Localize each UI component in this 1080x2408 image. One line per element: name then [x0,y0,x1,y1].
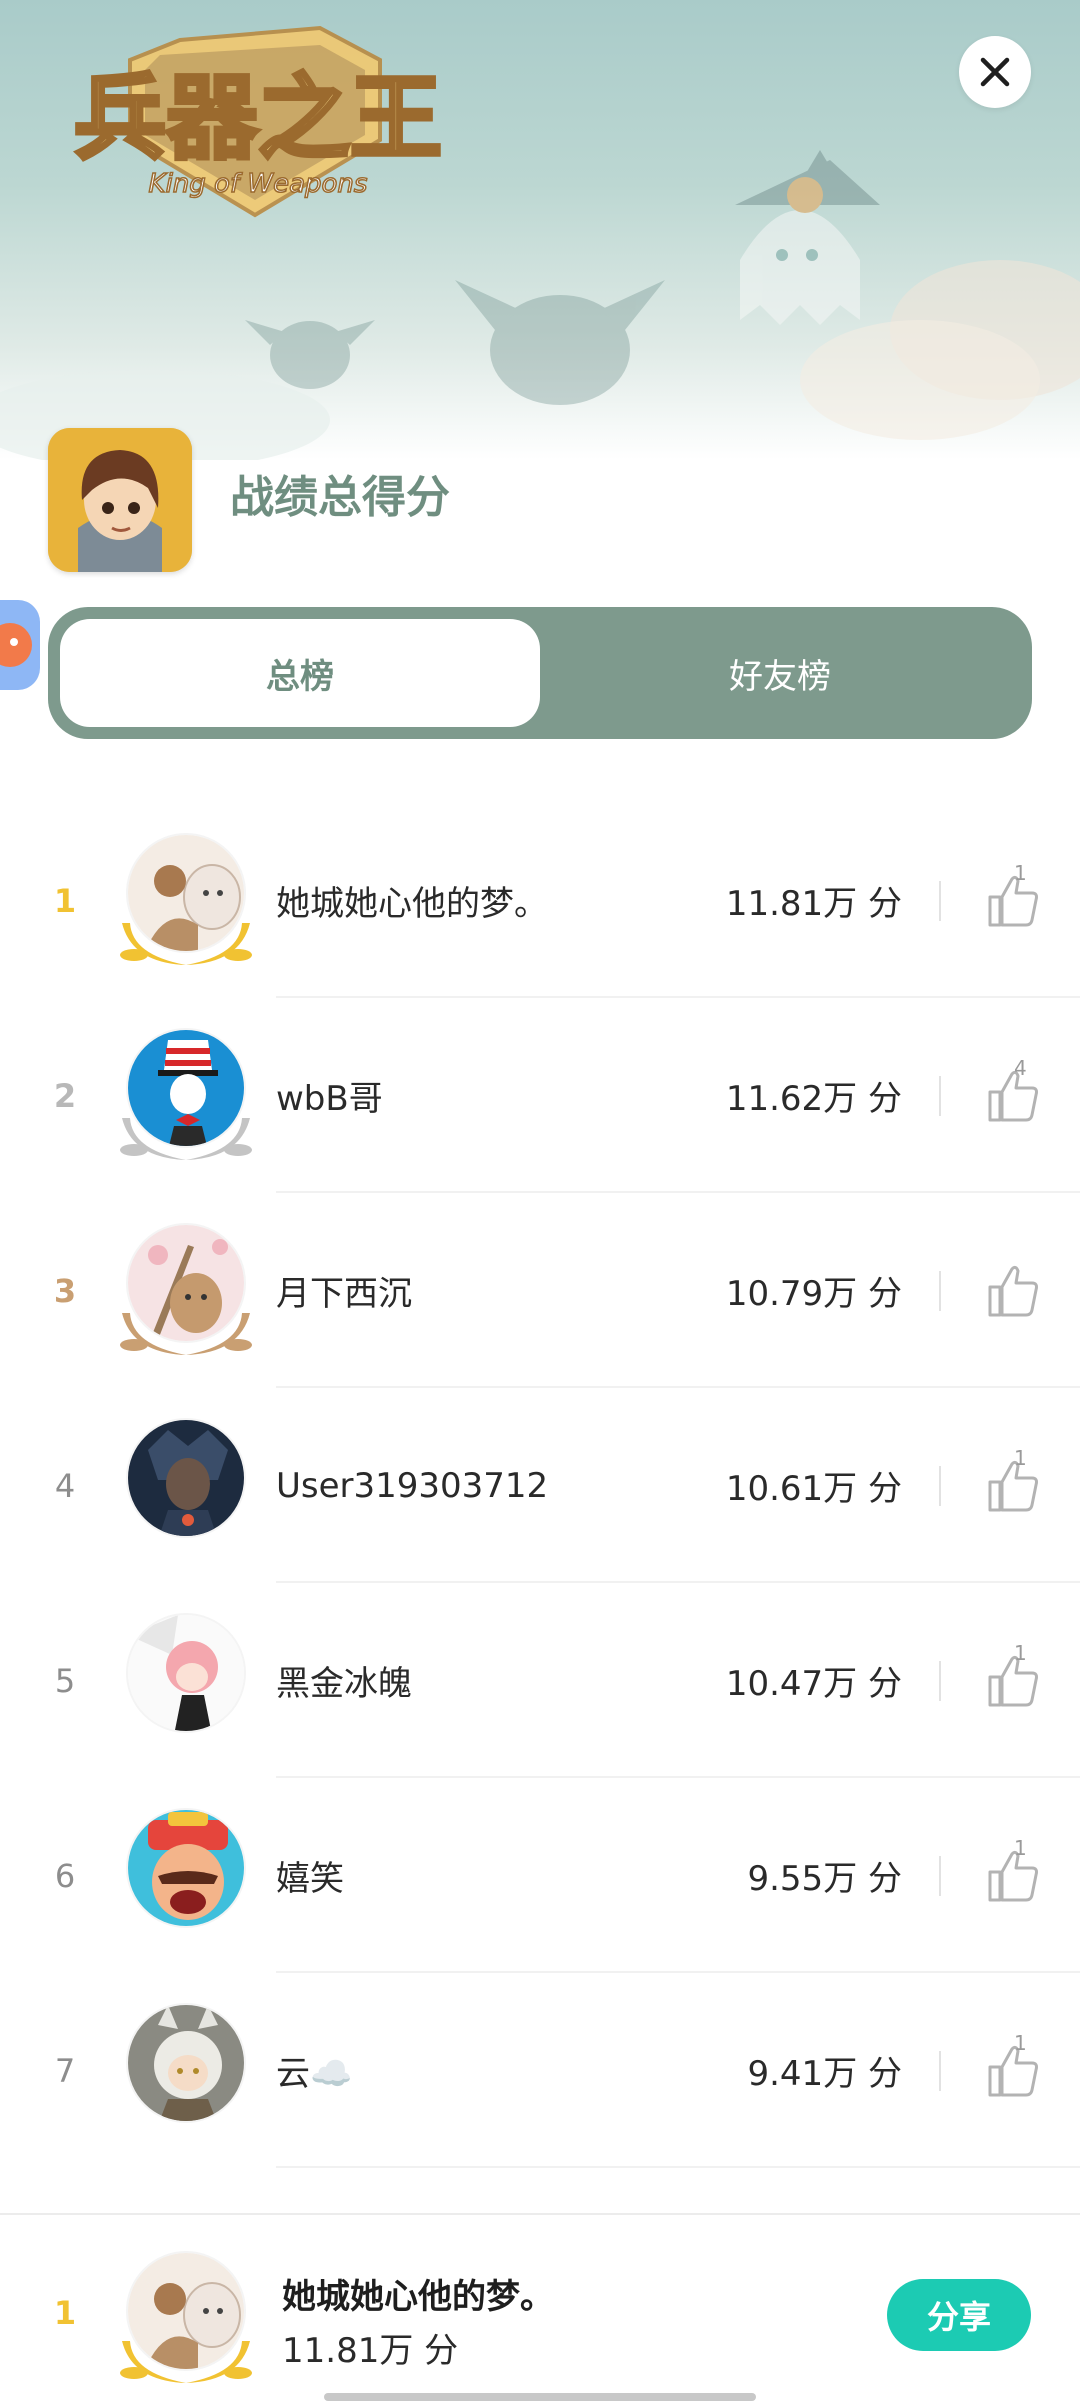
rank-number: 1 [53,881,77,920]
like-count: 1 [1014,861,1027,885]
rank-number: 7 [54,2051,76,2090]
floating-side-bubble[interactable] [0,600,40,690]
leaderboard-page: 兵器之王 King of Weapons 战绩总得分 总榜 好友榜 1 她城她心… [0,0,1080,2408]
like-count: 1 [1014,1446,1027,1470]
leaderboard-list: 1 她城她心他的梦。 11.81万 分 1 2 wbB哥 11.62万 分 4 … [0,803,1080,2168]
player-score: 10.79万 分 [725,1274,902,1314]
banner-illustration: 兵器之王 King of Weapons [0,25,1080,460]
leaderboard-row[interactable]: 6 嬉笑 9.55万 分 1 [0,1778,1080,1973]
thumbs-up-icon[interactable] [978,1450,1048,1520]
player-name: 云☁️ [276,2054,353,2094]
divider [939,1661,941,1701]
divider [939,1271,941,1311]
thumbs-up-icon[interactable] [978,1060,1048,1130]
avatar-with-laurel [112,1028,260,1168]
avatar-with-laurel [112,833,260,973]
tab-friends[interactable]: 好友榜 [540,619,1020,727]
player-name: 嬉笑 [276,1859,344,1899]
header-banner: 兵器之王 King of Weapons [0,0,1080,460]
rank-number: 2 [53,1076,77,1115]
like-count: 1 [1014,1836,1027,1860]
svg-text:King of Weapons: King of Weapons [149,169,368,199]
row-divider [276,2166,1080,2168]
avatar[interactable] [126,2003,246,2123]
my-rank-bar: 1 她城她心他的梦。 11.81万 分 分享 [0,2213,1080,2408]
thumbs-up-icon[interactable] [978,865,1048,935]
player-score: 9.55万 分 [747,1859,902,1899]
avatar[interactable] [126,1028,246,1148]
leaderboard-row[interactable]: 3 月下西沉 10.79万 分 [0,1193,1080,1388]
avatar[interactable] [126,1808,246,1928]
player-name: 她城她心他的梦。 [276,884,548,924]
section-title: 战绩总得分 [230,472,450,523]
close-icon [980,57,1010,87]
share-button[interactable]: 分享 [887,2279,1031,2351]
like-count: 4 [1014,1056,1027,1080]
avatar-wrapper [112,1808,260,1948]
leaderboard-row[interactable]: 5 黑金冰魄 10.47万 分 1 [0,1583,1080,1778]
divider [939,1076,941,1116]
rank-number: 3 [53,1271,77,1310]
my-rank-number: 1 [53,2293,77,2332]
thumbs-up-icon[interactable] [978,1645,1048,1715]
rank-number: 6 [54,1856,76,1895]
avatar-with-laurel [112,2251,260,2391]
like-count: 1 [1014,1641,1027,1665]
avatar-wrapper [112,2003,260,2143]
divider [939,1856,941,1896]
player-score: 10.47万 分 [725,1664,902,1704]
player-name: 黑金冰魄 [276,1664,412,1704]
rank-number: 4 [54,1466,76,1505]
player-score: 11.62万 分 [725,1079,902,1119]
player-score: 9.41万 分 [747,2054,902,2094]
leaderboard-row[interactable]: 2 wbB哥 11.62万 分 4 [0,998,1080,1193]
avatar[interactable] [126,1223,246,1343]
player-score: 10.61万 分 [725,1469,902,1509]
divider [939,2051,941,2091]
divider [939,1466,941,1506]
leaderboard-row[interactable]: 4 User319303712 10.61万 分 1 [0,1388,1080,1583]
svg-text:兵器之王: 兵器之王 [74,65,442,172]
tab-overall[interactable]: 总榜 [60,619,540,727]
player-name: wbB哥 [276,1079,383,1119]
leaderboard-tabs: 总榜 好友榜 [48,607,1032,739]
fox-icon [0,623,32,667]
rank-number: 5 [54,1661,76,1700]
home-indicator[interactable] [324,2393,756,2401]
thumbs-up-icon[interactable] [978,1255,1048,1325]
close-button[interactable] [959,36,1031,108]
my-avatar[interactable] [126,2251,246,2371]
player-name: User319303712 [276,1465,549,1506]
leaderboard-row[interactable]: 7 云☁️ 9.41万 分 1 [0,1973,1080,2168]
my-player-score: 11.81万 分 [282,2331,459,2371]
game-logo: 兵器之王 King of Weapons [72,25,444,218]
leaderboard-row[interactable]: 1 她城她心他的梦。 11.81万 分 1 [0,803,1080,998]
avatar[interactable] [126,1418,246,1538]
avatar-wrapper [112,1613,260,1753]
avatar-wrapper [112,1418,260,1558]
divider [939,881,941,921]
avatar-with-laurel [112,1223,260,1363]
like-count: 1 [1014,2031,1027,2055]
my-player-name: 她城她心他的梦。 [282,2277,554,2317]
thumbs-up-icon[interactable] [978,2035,1048,2105]
avatar[interactable] [126,1613,246,1733]
avatar[interactable] [126,833,246,953]
thumbs-up-icon[interactable] [978,1840,1048,1910]
game-character-avatar [48,428,192,572]
player-name: 月下西沉 [276,1274,412,1314]
player-score: 11.81万 分 [725,884,902,924]
